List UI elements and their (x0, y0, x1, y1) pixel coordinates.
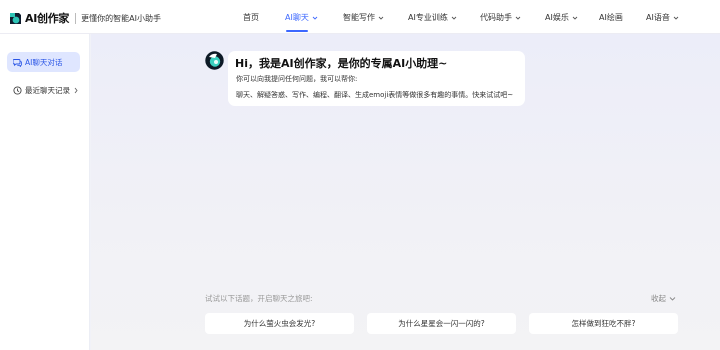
active-nav-underline (286, 30, 308, 32)
chevron-down-icon (451, 16, 457, 20)
welcome-title: Hi，我是AI创作家，是你的专属AI小助理~ (235, 57, 448, 70)
chevron-down-icon (673, 16, 679, 20)
chevron-down-icon (378, 16, 384, 20)
nav-label: AI专业训练 (408, 13, 448, 22)
nav-ai-training[interactable]: AI专业训练 (408, 12, 457, 23)
nav-label: 首页 (243, 13, 259, 22)
topic-suggestion-label: 为什么星星会一闪一闪的? (398, 319, 485, 328)
chevron-down-icon (572, 16, 578, 20)
topic-suggestion-label: 怎样做到狂吃不胖? (571, 319, 636, 328)
bot-avatar-icon (205, 51, 224, 70)
topic-suggestion-label: 为什么萤火虫会发光? (243, 319, 316, 328)
welcome-message-bubble: Hi，我是AI创作家，是你的专属AI小助理~ 你可以向我提问任何问题，我可以帮你… (228, 51, 525, 106)
nav-ai-painting[interactable]: AI绘画 (599, 12, 623, 23)
chat-bubbles-icon (13, 58, 22, 67)
nav-label: AI语音 (646, 13, 670, 22)
nav-label: 代码助手 (480, 13, 512, 22)
nav-ai-entertainment[interactable]: AI娱乐 (545, 12, 578, 23)
chevron-down-icon (669, 296, 676, 301)
collapse-topics-button[interactable]: 收起 (651, 293, 676, 304)
nav-label: AI绘画 (599, 13, 623, 22)
nav-home[interactable]: 首页 (243, 12, 259, 23)
welcome-capabilities: 聊天、解疑答惑、写作、编程、翻译、生成emoji表情等做很多有趣的事情。快来试试… (236, 91, 514, 99)
collapse-label: 收起 (651, 294, 666, 303)
nav-code-assistant[interactable]: 代码助手 (480, 12, 521, 23)
sidebar: AI聊天对话 最近聊天记录 (0, 34, 90, 350)
nav-label: AI娱乐 (545, 13, 569, 22)
top-header: AI创作家 更懂你的智能AI小助手 首页 AI聊天 智能写作 AI专业训练 代码… (0, 0, 720, 34)
sidebar-item-label: AI聊天对话 (25, 57, 63, 67)
main-nav: 首页 AI聊天 智能写作 AI专业训练 代码助手 AI娱乐 AI绘画 AI语音 (0, 12, 720, 24)
nav-smart-writing[interactable]: 智能写作 (343, 12, 384, 23)
sidebar-item-ai-chat[interactable]: AI聊天对话 (7, 52, 80, 72)
sidebar-item-label: 最近聊天记录 (25, 85, 70, 95)
topic-suggestion-card[interactable]: 为什么萤火虫会发光? (205, 313, 354, 334)
welcome-subtitle: 你可以向我提问任何问题，我可以帮你: (236, 75, 358, 83)
chevron-down-icon (312, 16, 318, 20)
nav-ai-voice[interactable]: AI语音 (646, 12, 679, 23)
topics-hint: 试试以下话题，开启聊天之旅吧: (205, 294, 313, 303)
nav-label: AI聊天 (285, 13, 309, 22)
chevron-right-icon (74, 87, 78, 93)
sidebar-item-recent-chats[interactable]: 最近聊天记录 (7, 80, 80, 100)
clock-icon (13, 85, 22, 95)
topic-suggestion-card[interactable]: 怎样做到狂吃不胖? (529, 313, 678, 334)
nav-label: 智能写作 (343, 13, 375, 22)
nav-ai-chat[interactable]: AI聊天 (285, 12, 318, 23)
chevron-down-icon (515, 16, 521, 20)
topic-suggestion-card[interactable]: 为什么星星会一闪一闪的? (367, 313, 516, 334)
